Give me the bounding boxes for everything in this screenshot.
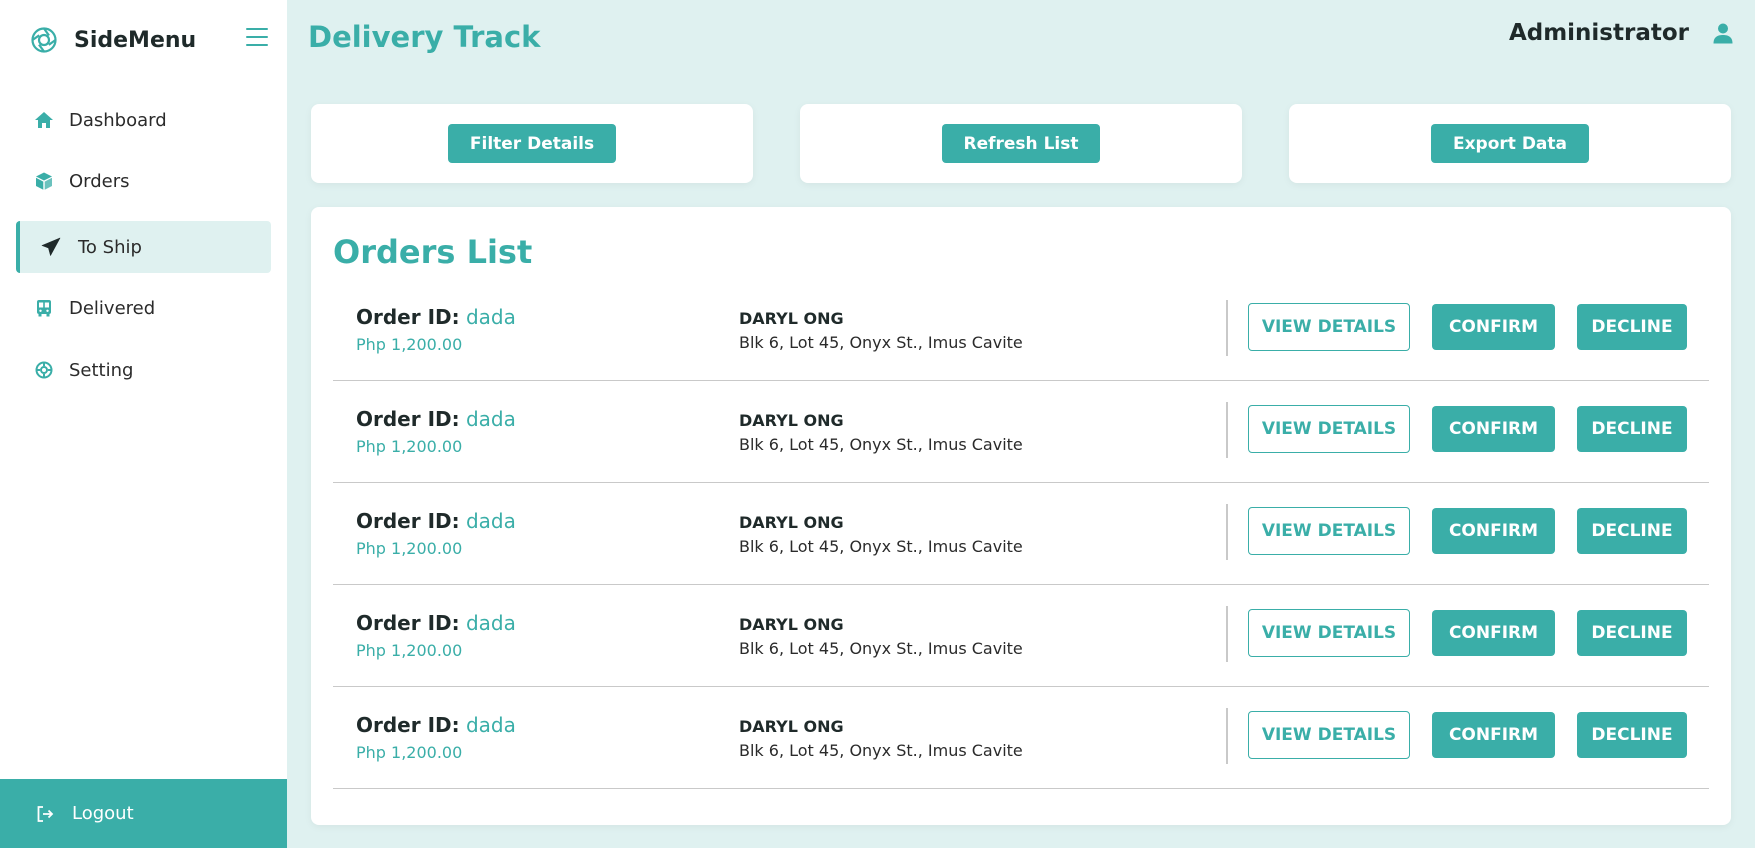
sidebar-item-dashboard[interactable]: Dashboard [16, 94, 271, 146]
refresh-card: Refresh List [800, 104, 1242, 183]
home-icon [33, 109, 55, 131]
view-details-button[interactable]: VIEW DETAILS [1248, 711, 1410, 759]
customer-name: DARYL ONG [739, 309, 844, 328]
customer-name: DARYL ONG [739, 615, 844, 634]
customer-name: DARYL ONG [739, 411, 844, 430]
sidebar-item-label: Orders [69, 170, 130, 192]
refresh-list-button[interactable]: Refresh List [941, 124, 1101, 163]
order-price: Php 1,200.00 [356, 743, 463, 762]
settings-icon [33, 359, 55, 381]
sidebar-item-label: Delivered [69, 297, 156, 319]
logout-button[interactable]: Logout [0, 779, 287, 848]
sidebar-item-label: Dashboard [69, 109, 167, 131]
sidebar-item-label: To Ship [78, 236, 142, 258]
confirm-button[interactable]: CONFIRM [1432, 304, 1555, 350]
customer-address: Blk 6, Lot 45, Onyx St., Imus Cavite [739, 741, 1023, 760]
order-id-value: dada [465, 509, 516, 533]
order-id: Order ID: dada [356, 611, 516, 635]
filter-details-button[interactable]: Filter Details [447, 124, 617, 163]
order-row: Order ID: dada Php 1,200.00 DARYL ONG Bl… [333, 585, 1709, 687]
confirm-button[interactable]: CONFIRM [1432, 508, 1555, 554]
order-id: Order ID: dada [356, 713, 516, 737]
customer-name: DARYL ONG [739, 513, 844, 532]
user-menu[interactable]: Administrator [1509, 20, 1735, 46]
order-id-label: Order ID: [356, 713, 460, 737]
decline-button[interactable]: DECLINE [1577, 610, 1687, 656]
sidebar-item-label: Setting [69, 359, 134, 381]
menu-toggle-icon[interactable] [246, 28, 268, 46]
brand-name: SideMenu [74, 27, 197, 53]
row-divider [1226, 300, 1228, 356]
order-id: Order ID: dada [356, 305, 516, 329]
order-row: Order ID: dada Php 1,200.00 DARYL ONG Bl… [333, 483, 1709, 585]
row-divider [1226, 708, 1228, 764]
order-id-label: Order ID: [356, 407, 460, 431]
orders-list-title: Orders List [333, 233, 533, 271]
customer-name: DARYL ONG [739, 717, 844, 736]
order-id-value: dada [465, 611, 516, 635]
view-details-button[interactable]: VIEW DETAILS [1248, 507, 1410, 555]
confirm-button[interactable]: CONFIRM [1432, 712, 1555, 758]
decline-button[interactable]: DECLINE [1577, 406, 1687, 452]
page-title: Delivery Track [308, 20, 541, 54]
order-id: Order ID: dada [356, 509, 516, 533]
bus-icon [33, 297, 55, 319]
confirm-button[interactable]: CONFIRM [1432, 406, 1555, 452]
box-icon [33, 170, 55, 192]
row-divider [1226, 402, 1228, 458]
order-row: Order ID: dada Php 1,200.00 DARYL ONG Bl… [333, 381, 1709, 483]
order-id: Order ID: dada [356, 407, 516, 431]
order-id-label: Order ID: [356, 611, 460, 635]
sidebar-item-to-ship[interactable]: To Ship [16, 221, 271, 273]
row-divider [1226, 606, 1228, 662]
sidebar: SideMenu Dashboard Orders To Ship Delive… [0, 0, 287, 848]
export-card: Export Data [1289, 104, 1731, 183]
decline-button[interactable]: DECLINE [1577, 304, 1687, 350]
brand: SideMenu [30, 24, 196, 56]
filter-card: Filter Details [311, 104, 753, 183]
orders-list-card: Orders List Order ID: dada Php 1,200.00 … [311, 207, 1731, 825]
customer-address: Blk 6, Lot 45, Onyx St., Imus Cavite [739, 435, 1023, 454]
customer-address: Blk 6, Lot 45, Onyx St., Imus Cavite [739, 333, 1023, 352]
order-id-label: Order ID: [356, 305, 460, 329]
order-id-value: dada [465, 305, 516, 329]
logout-label: Logout [72, 803, 134, 824]
export-data-button[interactable]: Export Data [1430, 124, 1590, 163]
logout-icon [34, 803, 56, 825]
order-id-value: dada [465, 713, 516, 737]
order-price: Php 1,200.00 [356, 641, 463, 660]
view-details-button[interactable]: VIEW DETAILS [1248, 303, 1410, 351]
user-name: Administrator [1508, 20, 1689, 46]
row-divider [1226, 504, 1228, 560]
logo-icon [30, 26, 58, 54]
paper-plane-icon [40, 236, 62, 258]
order-price: Php 1,200.00 [356, 437, 463, 456]
sidebar-item-delivered[interactable]: Delivered [16, 282, 271, 334]
sidebar-item-orders[interactable]: Orders [16, 155, 271, 207]
confirm-button[interactable]: CONFIRM [1432, 610, 1555, 656]
order-id-value: dada [465, 407, 516, 431]
order-id-label: Order ID: [356, 509, 460, 533]
order-row: Order ID: dada Php 1,200.00 DARYL ONG Bl… [333, 279, 1709, 381]
order-price: Php 1,200.00 [356, 539, 463, 558]
decline-button[interactable]: DECLINE [1577, 508, 1687, 554]
sidebar-item-setting[interactable]: Setting [16, 344, 271, 396]
decline-button[interactable]: DECLINE [1577, 712, 1687, 758]
customer-address: Blk 6, Lot 45, Onyx St., Imus Cavite [739, 639, 1023, 658]
view-details-button[interactable]: VIEW DETAILS [1248, 609, 1410, 657]
user-icon [1711, 21, 1735, 45]
customer-address: Blk 6, Lot 45, Onyx St., Imus Cavite [739, 537, 1023, 556]
order-price: Php 1,200.00 [356, 335, 463, 354]
order-row: Order ID: dada Php 1,200.00 DARYL ONG Bl… [333, 687, 1709, 789]
view-details-button[interactable]: VIEW DETAILS [1248, 405, 1410, 453]
